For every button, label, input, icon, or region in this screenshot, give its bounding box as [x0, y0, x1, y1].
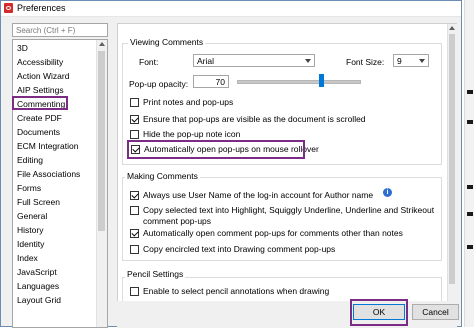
- background-mark: [467, 245, 473, 249]
- category-item-history[interactable]: History: [17, 224, 43, 237]
- category-item-javascript[interactable]: JavaScript: [17, 266, 57, 279]
- background-mark: [467, 185, 473, 189]
- hide-note-icon-label: Hide the pop-up note icon: [143, 129, 241, 139]
- background-document: [464, 0, 474, 327]
- category-item-layout-grid[interactable]: Layout Grid: [17, 294, 61, 307]
- settings-scrollbar[interactable]: [447, 24, 457, 327]
- acrobat-icon: [4, 3, 13, 13]
- highlight-auto-open: [127, 140, 305, 159]
- opacity-label: Pop-up opacity:: [129, 79, 189, 89]
- highlight-ok: [350, 299, 408, 326]
- category-item-ecm-integration[interactable]: ECM Integration: [17, 140, 78, 153]
- category-item-index[interactable]: Index: [17, 252, 38, 265]
- category-list[interactable]: 3D Accessibility Action Wizard AIP Setti…: [12, 39, 108, 328]
- background-mark: [467, 90, 473, 94]
- copy-encircled-text-checkbox[interactable]: [130, 245, 139, 254]
- scroll-up-icon[interactable]: [449, 26, 455, 30]
- font-value: Arial: [197, 56, 215, 66]
- opacity-value: 70: [215, 77, 225, 87]
- category-item-file-associations[interactable]: File Associations: [17, 168, 80, 181]
- scrollbar-thumb[interactable]: [98, 51, 105, 231]
- preferences-dialog: Preferences Search (Ctrl + F) 3D Accessi…: [0, 0, 462, 328]
- opacity-input[interactable]: 70: [193, 75, 229, 88]
- category-item-full-screen[interactable]: Full Screen: [17, 196, 60, 209]
- scrollbar-thumb[interactable]: [449, 34, 455, 284]
- copy-selected-text-checkbox[interactable]: [130, 206, 139, 215]
- category-item-general[interactable]: General: [17, 210, 47, 223]
- search-placeholder: Search (Ctrl + F): [16, 26, 76, 35]
- window-title: Preferences: [17, 3, 66, 13]
- pencil-select-checkbox[interactable]: [130, 287, 139, 296]
- category-item-documents[interactable]: Documents: [17, 126, 60, 139]
- category-item-identity[interactable]: Identity: [17, 238, 44, 251]
- making-comments-label: Making Comments: [125, 171, 200, 181]
- info-icon[interactable]: i: [383, 188, 392, 197]
- category-item-editing[interactable]: Editing: [17, 154, 43, 167]
- category-item-languages[interactable]: Languages: [17, 280, 59, 293]
- copy-selected-text-label: Copy selected text into Highlight, Squig…: [143, 205, 435, 226]
- pencil-select-label: Enable to select pencil annotations when…: [143, 286, 330, 296]
- copy-encircled-text-label: Copy encircled text into Drawing comment…: [143, 244, 336, 254]
- opacity-slider-thumb[interactable]: [319, 74, 325, 87]
- category-item-action-wizard[interactable]: Action Wizard: [17, 70, 69, 83]
- background-mark: [467, 212, 473, 216]
- category-item-create-pdf[interactable]: Create PDF: [17, 112, 62, 125]
- use-login-name-checkbox[interactable]: [130, 191, 139, 200]
- print-notes-label: Print notes and pop-ups: [143, 97, 234, 107]
- chevron-down-icon: [419, 59, 425, 63]
- font-size-select[interactable]: 9: [393, 54, 429, 67]
- title-bar: Preferences: [1, 1, 461, 17]
- opacity-slider-track[interactable]: [237, 80, 361, 84]
- chevron-down-icon: [305, 59, 311, 63]
- category-item-accessibility[interactable]: Accessibility: [17, 56, 63, 69]
- scroll-up-icon[interactable]: [99, 42, 105, 46]
- viewing-comments-label: Viewing Comments: [128, 37, 206, 47]
- print-notes-checkbox[interactable]: [130, 98, 139, 107]
- use-login-name-label: Always use User Name of the log-in accou…: [143, 190, 374, 200]
- ensure-visible-checkbox[interactable]: [130, 115, 139, 124]
- font-size-value: 9: [397, 56, 402, 66]
- ensure-visible-label: Ensure that pop-ups are visible as the d…: [143, 114, 366, 124]
- cancel-button[interactable]: Cancel: [412, 304, 459, 320]
- pencil-settings-label: Pencil Settings: [125, 269, 186, 279]
- category-item-forms[interactable]: Forms: [17, 182, 41, 195]
- search-input[interactable]: Search (Ctrl + F): [12, 23, 108, 37]
- auto-open-other-checkbox[interactable]: [130, 229, 139, 238]
- auto-open-other-label: Automatically open comment pop-ups for c…: [143, 228, 403, 238]
- category-scrollbar[interactable]: [96, 40, 107, 327]
- font-size-label: Font Size:: [346, 57, 385, 67]
- font-select[interactable]: Arial: [193, 54, 315, 67]
- background-mark: [467, 120, 473, 124]
- hide-note-icon-checkbox[interactable]: [130, 130, 139, 139]
- highlight-commenting: [12, 96, 68, 110]
- font-label: Font:: [139, 57, 159, 67]
- category-item-3d[interactable]: 3D: [17, 42, 28, 55]
